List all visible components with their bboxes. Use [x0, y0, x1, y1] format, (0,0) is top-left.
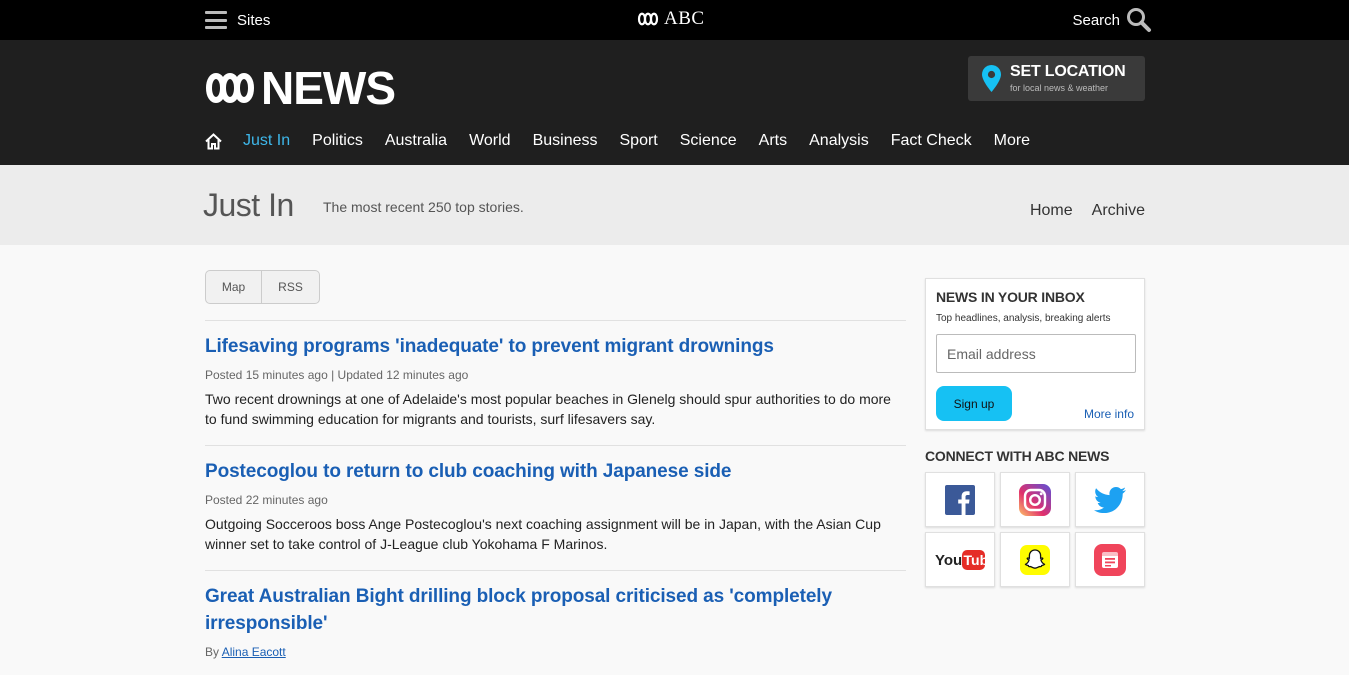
rss-button[interactable]: RSS: [262, 271, 319, 303]
nav-item-sport[interactable]: Sport: [620, 132, 658, 150]
newsletter-title: NEWS IN YOUR INBOX: [936, 289, 1085, 305]
page-description: The most recent 250 top stories.: [323, 199, 524, 215]
site-header: NEWS SET LOCATION for local news & weath…: [0, 40, 1349, 165]
facebook-button[interactable]: [925, 472, 995, 527]
article-meta: Posted 22 minutes ago: [205, 493, 328, 507]
instagram-icon: [1019, 483, 1051, 516]
connect-title: CONNECT WITH ABC NEWS: [925, 448, 1110, 464]
search-icon: [1127, 8, 1151, 32]
more-info-link[interactable]: More info: [1084, 407, 1134, 421]
home-link[interactable]: Home: [1030, 202, 1073, 220]
social-links: You Tube: [925, 472, 1146, 587]
location-pin-icon: [982, 65, 1001, 92]
snapchat-icon: [1020, 544, 1050, 575]
nav-item-australia[interactable]: Australia: [385, 132, 447, 150]
abc-logo[interactable]: ABC: [637, 8, 705, 30]
page-links: Home Archive: [1011, 202, 1145, 220]
newsletter-signup: NEWS IN YOUR INBOX Top headlines, analys…: [925, 278, 1145, 430]
byline-prefix: By: [205, 645, 220, 659]
search-button[interactable]: Search: [1072, 7, 1152, 33]
set-location-subtitle: for local news & weather: [1010, 83, 1109, 93]
snapchat-button[interactable]: [1000, 532, 1070, 587]
nav-item-world[interactable]: World: [469, 132, 511, 150]
nav-item-arts[interactable]: Arts: [759, 132, 787, 150]
youtube-icon: You Tube: [935, 549, 986, 570]
top-bar: Sites ABC Search: [0, 0, 1349, 40]
page-header: Just In The most recent 250 top stories.…: [0, 165, 1349, 245]
twitter-button[interactable]: [1075, 472, 1145, 527]
set-location-button[interactable]: SET LOCATION for local news & weather: [968, 56, 1145, 101]
home-icon[interactable]: [205, 132, 222, 150]
article-title-link[interactable]: Lifesaving programs 'inadequate' to prev…: [205, 333, 906, 360]
list-item: Great Australian Bight drilling block pr…: [205, 570, 906, 675]
sites-menu-button[interactable]: Sites: [205, 10, 270, 30]
article-summary: Outgoing Socceroos boss Ange Postecoglou…: [205, 516, 881, 552]
main-nav: Just In Politics Australia World Busines…: [205, 132, 1052, 150]
nav-item-just-in[interactable]: Just In: [243, 132, 290, 150]
article-meta: By Alina Eacott: [205, 645, 906, 659]
list-item: Postecoglou to return to club coaching w…: [205, 445, 906, 570]
twitter-icon: [1094, 486, 1126, 513]
abc-news-logo[interactable]: NEWS: [203, 62, 396, 114]
abc-lissajous-icon: [637, 12, 659, 26]
apple-news-button[interactable]: [1075, 532, 1145, 587]
youtube-button[interactable]: You Tube: [925, 532, 995, 587]
map-button[interactable]: Map: [206, 271, 262, 303]
nav-item-science[interactable]: Science: [680, 132, 737, 150]
svg-text:You: You: [935, 552, 962, 569]
author-link[interactable]: Alina Eacott: [222, 645, 286, 659]
article-list: Lifesaving programs 'inadequate' to prev…: [205, 320, 906, 675]
page-title: Just In: [203, 187, 294, 223]
set-location-title: SET LOCATION: [1010, 63, 1126, 80]
nav-item-politics[interactable]: Politics: [312, 132, 363, 150]
list-item: Lifesaving programs 'inadequate' to prev…: [205, 320, 906, 445]
newsletter-subtitle: Top headlines, analysis, breaking alerts: [936, 313, 1111, 324]
archive-link[interactable]: Archive: [1092, 202, 1145, 220]
abc-logo-icon: [206, 73, 255, 103]
view-toggle-group: Map RSS: [205, 270, 320, 304]
abc-label: ABC: [664, 8, 705, 29]
search-label: Search: [1072, 11, 1120, 29]
nav-item-fact-check[interactable]: Fact Check: [891, 132, 972, 150]
facebook-icon: [945, 484, 975, 515]
article-title-link[interactable]: Postecoglou to return to club coaching w…: [205, 458, 906, 485]
news-wordmark: NEWS: [261, 62, 396, 114]
apple-news-icon: [1094, 543, 1126, 576]
svg-text:Tube: Tube: [964, 552, 986, 568]
article-meta: Posted 15 minutes ago | Updated 12 minut…: [205, 368, 469, 382]
instagram-button[interactable]: [1000, 472, 1070, 527]
sites-label: Sites: [237, 11, 271, 29]
email-field[interactable]: [936, 334, 1136, 373]
signup-button[interactable]: Sign up: [936, 386, 1012, 421]
nav-item-business[interactable]: Business: [533, 132, 598, 150]
article-title-link[interactable]: Great Australian Bight drilling block pr…: [205, 583, 906, 637]
hamburger-icon: [205, 11, 227, 29]
nav-item-more[interactable]: More: [994, 132, 1030, 150]
article-summary: Two recent drownings at one of Adelaide'…: [205, 391, 891, 427]
nav-item-analysis[interactable]: Analysis: [809, 132, 869, 150]
